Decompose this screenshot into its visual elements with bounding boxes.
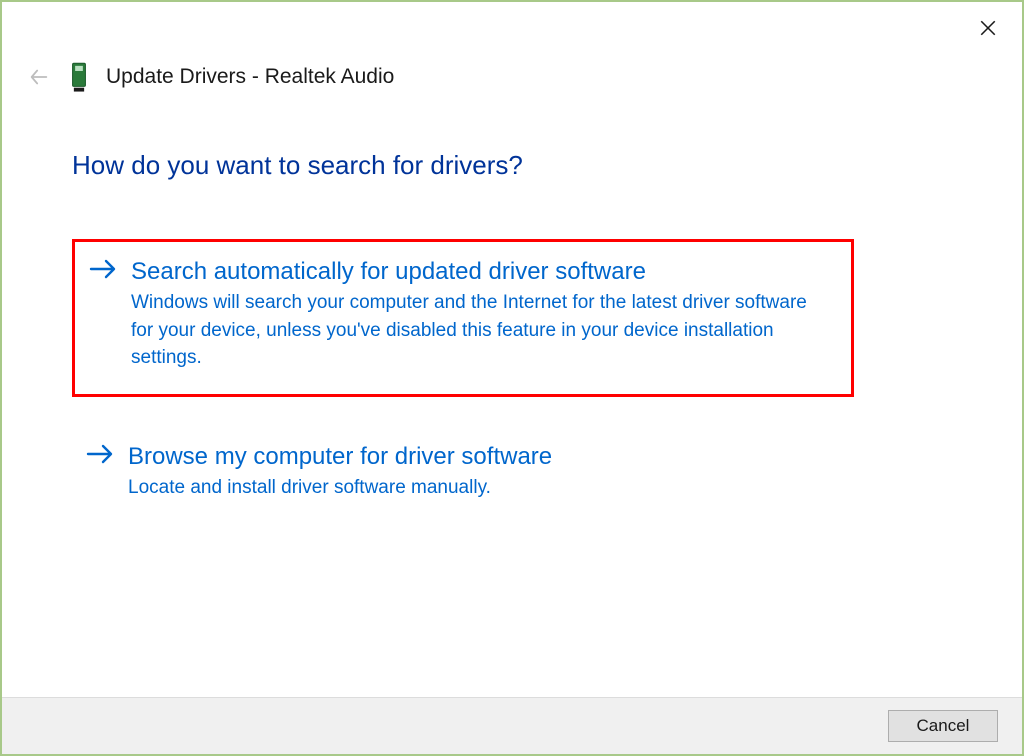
option-description: Locate and install driver software manua… (128, 474, 836, 502)
close-icon (979, 19, 997, 37)
close-button[interactable] (976, 16, 1000, 40)
back-button (26, 64, 52, 90)
option-title: Browse my computer for driver software (128, 441, 836, 472)
arrow-left-icon (28, 66, 50, 88)
cancel-button[interactable]: Cancel (888, 710, 998, 742)
page-heading: How do you want to search for drivers? (72, 150, 952, 181)
option-title: Search automatically for updated driver … (131, 256, 833, 287)
dialog-title: Update Drivers - Realtek Audio (106, 65, 394, 89)
option-search-automatically[interactable]: Search automatically for updated driver … (72, 239, 854, 397)
device-icon (70, 64, 88, 90)
option-browse-computer[interactable]: Browse my computer for driver software L… (72, 427, 854, 524)
option-description: Windows will search your computer and th… (131, 289, 833, 372)
dialog-footer: Cancel (2, 697, 1022, 754)
arrow-right-icon (86, 443, 114, 471)
dialog-header: Update Drivers - Realtek Audio (2, 2, 1022, 90)
arrow-right-icon (89, 258, 117, 286)
